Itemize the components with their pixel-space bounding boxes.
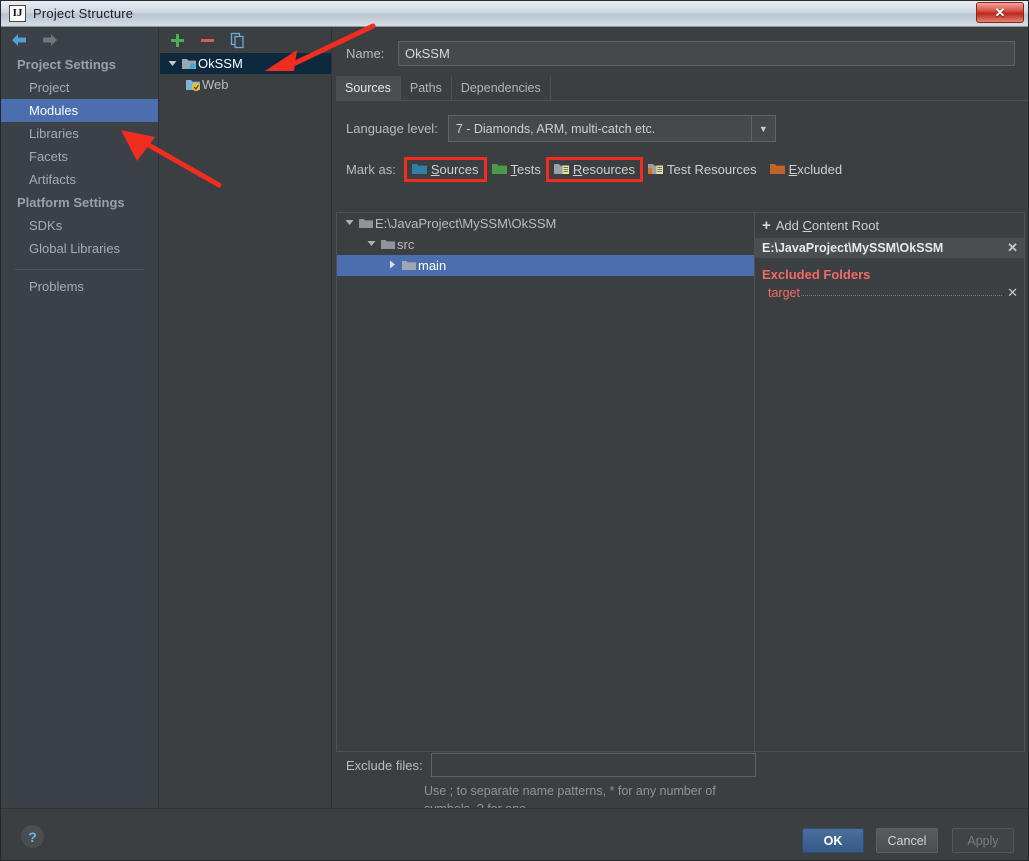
sources-split-pane: E:\JavaProject\MySSM\OkSSM src main + Ad… [336,212,1025,752]
mark-as-label: Mark as: [346,161,396,177]
project-structure-dialog: IJ Project Structure ✕ Project Settings … [0,0,1029,861]
remove-module-button[interactable] [199,32,216,49]
excluded-folder-label: target [768,286,800,300]
sidebar-group-label: Platform Settings [17,195,125,210]
tree-row-main[interactable]: main [337,255,754,276]
module-tree-label: OkSSM [198,56,243,71]
language-level-row: Language level: 7 - Diamonds, ARM, multi… [346,115,1015,142]
remove-excluded-folder-icon[interactable]: ✕ [1007,285,1018,301]
content-root-path: E:\JavaProject\MySSM\OkSSM [762,241,944,255]
mark-as-resources-button[interactable]: Resources [545,156,644,182]
remove-content-root-icon[interactable]: ✕ [1007,240,1018,256]
close-icon[interactable]: ✕ [976,2,1024,23]
folder-icon [356,218,375,229]
module-name-input[interactable] [398,40,1015,66]
source-folders-tree: E:\JavaProject\MySSM\OkSSM src main [336,212,754,752]
sidebar-item-modules[interactable]: Modules [1,99,158,122]
mark-as-sources-label: Sources [430,161,479,177]
sidebar-item-facets[interactable]: Facets [1,145,158,168]
forward-arrow-icon[interactable] [41,33,58,47]
exclude-files-row: Exclude files: [336,753,1025,777]
folder-test-resources-icon [648,164,664,174]
module-icon [180,57,198,70]
sidebar-item-global-libraries[interactable]: Global Libraries [1,237,158,260]
plus-icon: + [762,217,771,234]
window-title: Project Structure [33,6,134,21]
ok-button[interactable]: OK [802,828,864,853]
sidebar-divider [15,269,144,270]
chevron-down-icon[interactable]: ▼ [750,116,775,141]
apply-button[interactable]: Apply [952,828,1014,853]
dotted-leader [800,295,1002,296]
tree-row-label: src [397,237,415,252]
module-name-row: Name: [346,40,1015,66]
language-level-label: Language level: [346,121,438,136]
tab-sources[interactable]: Sources [336,76,401,100]
mark-as-resources-label: Resources [572,161,636,177]
mark-as-sources-button[interactable]: Sources [403,156,487,182]
sidebar-group-label: Project Settings [17,57,116,72]
add-content-root-button[interactable]: + Add Content Root [755,213,1024,238]
add-content-root-label: Add Content Root [775,218,880,233]
title-bar: IJ Project Structure ✕ [1,1,1028,27]
modules-panel: OkSSM Web [160,27,332,808]
chevron-down-icon[interactable] [164,59,180,68]
exclude-files-input[interactable] [430,753,756,777]
excluded-folder-row[interactable]: target ✕ [755,285,1024,302]
sidebar-group-project-settings: Project Settings Project Modules Librari… [1,53,158,191]
exclude-files-label: Exclude files: [346,757,423,773]
tab-dependencies[interactable]: Dependencies [452,76,551,100]
module-tree-row-web[interactable]: Web [160,74,331,95]
module-tree-label: Web [202,77,229,92]
chevron-right-icon[interactable] [385,260,399,271]
folder-icon [378,239,397,250]
web-facet-icon [184,78,202,91]
mark-as-tests-label: Tests [510,161,541,177]
content-root-row[interactable]: E:\JavaProject\MySSM\OkSSM ✕ [755,238,1024,258]
folder-resources-icon [553,164,569,174]
sidebar-item-problems[interactable]: Problems [1,275,158,298]
language-level-select[interactable]: 7 - Diamonds, ARM, multi-catch etc. ▼ [447,115,776,142]
module-tabs: Sources Paths Dependencies [336,76,1028,101]
modules-toolbar [160,27,331,53]
excluded-folders-title: Excluded Folders [762,267,871,282]
mark-as-excluded-button[interactable]: Excluded [765,160,847,179]
folder-icon [399,260,418,271]
mark-as-test-resources-label: Test Resources [667,161,757,177]
dialog-button-bar: ? OK Cancel Apply //blog. csdn. net/guoz… [1,808,1028,860]
sidebar-group-platform-settings: Platform Settings SDKs Global Libraries [1,191,158,260]
mark-as-excluded-label: Excluded [788,161,843,177]
add-module-button[interactable] [169,32,186,49]
mark-as-tests-button[interactable]: Tests [487,160,546,179]
tree-row-label: E:\JavaProject\MySSM\OkSSM [375,216,557,231]
help-button[interactable]: ? [21,825,44,848]
content-roots-pane: + Add Content Root E:\JavaProject\MySSM\… [754,212,1025,752]
sidebar-item-artifacts[interactable]: Artifacts [1,168,158,191]
module-tree-row-okssm[interactable]: OkSSM [160,53,331,74]
folder-tests-icon [491,164,507,174]
sidebar-item-sdks[interactable]: SDKs [1,214,158,237]
module-name-label: Name: [346,45,385,61]
chevron-down-icon[interactable] [364,239,378,250]
copy-module-button[interactable] [229,32,246,49]
sidebar-nav-bar [1,27,158,53]
chevron-down-icon[interactable] [342,218,356,229]
intellij-idea-icon: IJ [9,5,26,22]
language-level-value: 7 - Diamonds, ARM, multi-catch etc. [455,121,656,136]
folder-excluded-icon [769,164,785,174]
module-editor: Name: Sources Paths Dependencies Languag… [333,27,1028,816]
settings-sidebar: Project Settings Project Modules Librari… [1,27,159,808]
mark-as-test-resources-button[interactable]: Test Resources [643,160,762,179]
tree-row-content-root[interactable]: E:\JavaProject\MySSM\OkSSM [337,213,754,234]
sidebar-item-libraries[interactable]: Libraries [1,122,158,145]
sidebar-item-project[interactable]: Project [1,76,158,99]
mark-as-row: Mark as: Sources Tests Resources Test Re… [346,156,1028,182]
tree-row-src[interactable]: src [337,234,754,255]
tree-row-label: main [418,258,447,273]
folder-sources-icon [411,164,427,174]
dialog-body: Project Settings Project Modules Librari… [1,27,1028,860]
cancel-button[interactable]: Cancel [876,828,938,853]
back-arrow-icon[interactable] [11,33,28,47]
tab-paths[interactable]: Paths [401,76,452,100]
